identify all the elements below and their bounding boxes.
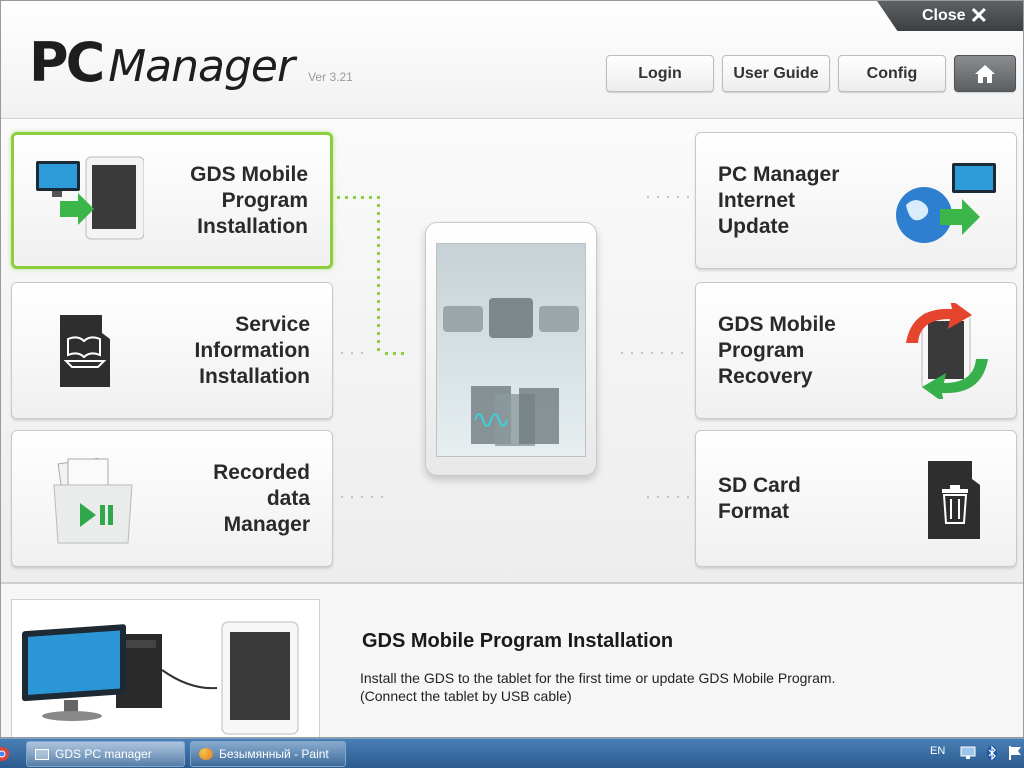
home-button[interactable] [954, 55, 1016, 92]
active-connector [337, 196, 404, 355]
tile-service-information-installation[interactable]: Service Information Installation [11, 282, 333, 419]
taskbar-item-gds-pc-manager[interactable]: GDS PC manager [26, 741, 185, 767]
logo-manager: Manager [108, 41, 295, 92]
pc-to-tablet-icon [36, 156, 144, 240]
tablet-screen [436, 243, 586, 457]
tile-gds-mobile-program-recovery[interactable]: GDS Mobile Program Recovery [695, 282, 1017, 419]
taskbar-item-paint[interactable]: Безымянный - Paint [190, 741, 346, 767]
app-logo: PC Manager Ver 3.21 [29, 31, 353, 94]
sd-card-trash-icon [928, 461, 980, 539]
tile-sd-card-format[interactable]: SD Card Format [695, 430, 1017, 567]
tile-label: Service Information Installation [194, 312, 311, 388]
bluetooth-icon[interactable] [986, 745, 998, 761]
close-label: Close [921, 7, 966, 24]
recovery-arrows-icon [906, 303, 988, 399]
description-title: GDS Mobile Program Installation [362, 630, 674, 652]
tile-recorded-data-manager[interactable]: Recorded data Manager [11, 430, 333, 567]
tile-label: Recorded data Manager [213, 460, 310, 536]
tile-pc-manager-internet-update[interactable]: PC Manager Internet Update [695, 132, 1017, 269]
chrome-icon[interactable] [0, 746, 10, 762]
windows-taskbar: GDS PC manager Безымянный - Paint EN [0, 738, 1024, 768]
logo-pc: PC [29, 31, 105, 94]
tile-label: SD Card Format [718, 473, 801, 523]
pc-usb-tablet-graphic [22, 621, 299, 735]
network-icon[interactable] [960, 746, 976, 760]
tile-label: PC Manager Internet Update [718, 162, 840, 238]
paint-icon [199, 748, 213, 760]
version-label: Ver 3.21 [308, 70, 353, 84]
description-note: (Connect the tablet by USB cable) [360, 688, 572, 704]
center-tablet-illustration [425, 222, 597, 476]
action-center-flag-icon[interactable] [1008, 745, 1022, 761]
close-icon: ✕ [969, 3, 988, 28]
folder-play-icon [53, 457, 133, 544]
user-guide-button[interactable]: User Guide [722, 55, 830, 92]
header: PC Manager Ver 3.21 Close ✕ Login User G… [1, 1, 1023, 119]
home-icon [975, 64, 995, 83]
globe-to-pc-icon [896, 163, 996, 243]
sd-card-book-icon [60, 315, 110, 387]
description-panel: GDS Mobile Program Installation Install … [1, 582, 1023, 737]
vehicle-diagnostics-graphic [443, 298, 579, 446]
pc-manager-window: PC Manager Ver 3.21 Close ✕ Login User G… [0, 0, 1024, 738]
login-button[interactable]: Login [606, 55, 714, 92]
taskbar-item-label: GDS PC manager [55, 747, 152, 761]
config-button[interactable]: Config [838, 55, 946, 92]
tile-label: GDS Mobile Program Recovery [718, 312, 836, 388]
taskbar-item-label: Безымянный - Paint [219, 747, 329, 761]
description-text: Install the GDS to the tablet for the fi… [360, 670, 836, 686]
window-icon [35, 748, 49, 760]
preview-illustration [11, 599, 320, 737]
language-indicator[interactable]: EN [930, 745, 945, 757]
tile-label: GDS Mobile Program Installation [190, 162, 308, 238]
close-button[interactable]: Close ✕ [877, 1, 1023, 31]
main-panel: GDS Mobile Program Installation Service … [1, 120, 1023, 582]
tile-gds-mobile-installation[interactable]: GDS Mobile Program Installation [11, 132, 333, 269]
